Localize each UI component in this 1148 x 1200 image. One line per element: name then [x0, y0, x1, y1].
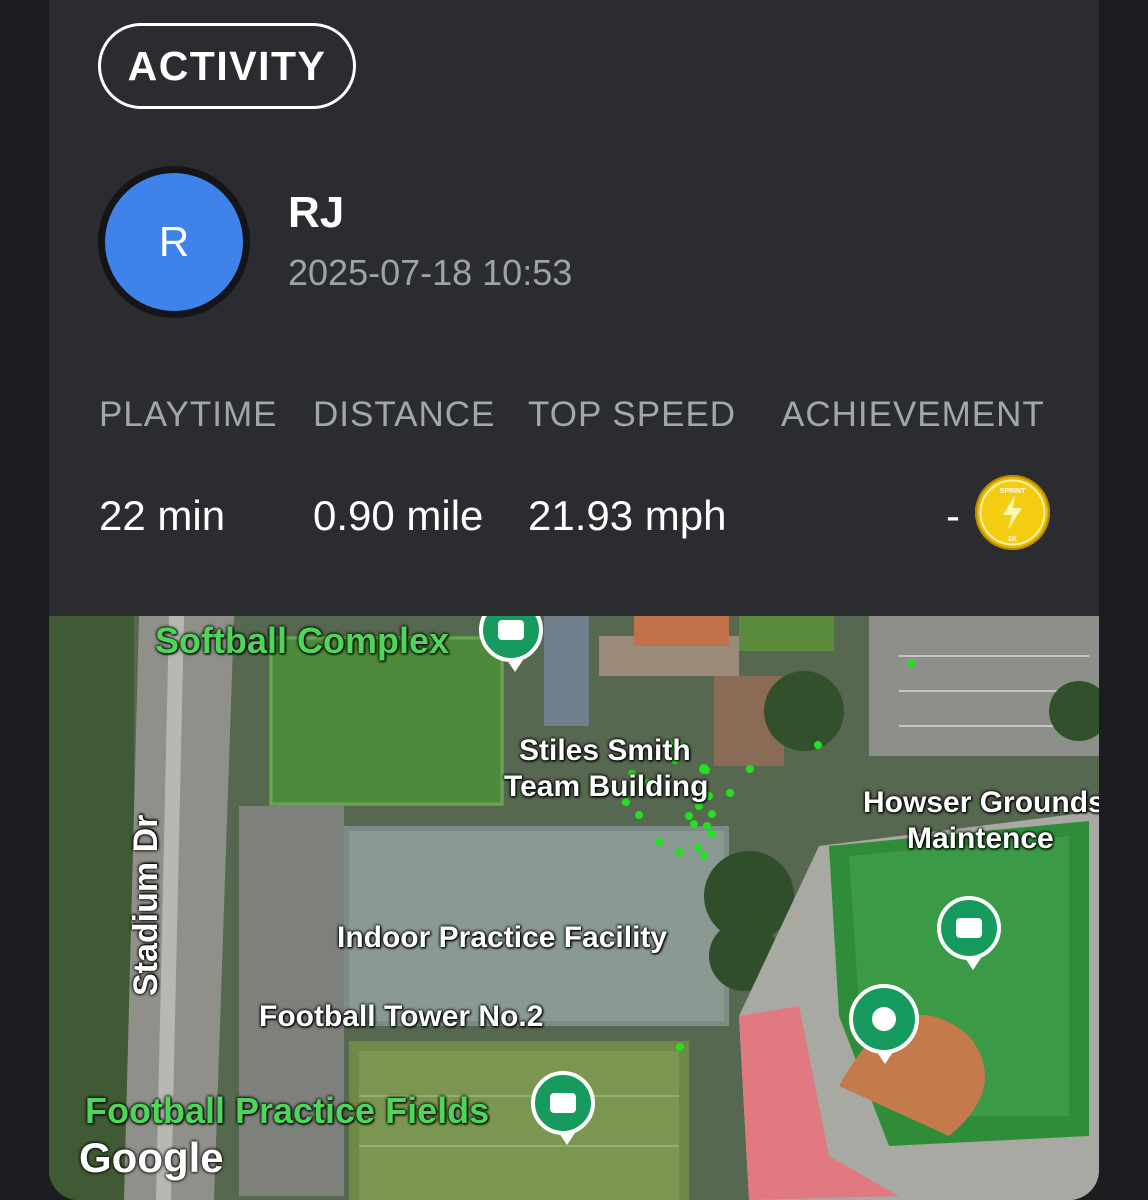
achievement-label: ACHIEVEMENT: [781, 395, 1045, 434]
map-label-howser-grounds: Howser Grounds: [863, 786, 1099, 819]
map-label-softball-complex: Softball Complex: [155, 620, 450, 661]
activity-card: ACTIVITY R RJ 2025-07-18 10:53 PLAYTIME …: [49, 0, 1099, 1200]
activity-timestamp: 2025-07-18 10:53: [288, 252, 573, 293]
activity-map[interactable]: Softball Complex Stiles Smith Team Build…: [49, 616, 1099, 1200]
sprint-1k-badge-icon[interactable]: SPRINT 1K: [975, 475, 1050, 550]
user-name: RJ: [288, 188, 345, 237]
playtime-label: PLAYTIME: [99, 395, 278, 434]
activity-tag: ACTIVITY: [98, 23, 356, 109]
map-label-stiles-smith: Stiles Smith: [519, 734, 691, 767]
distance-value: 0.90 mile: [313, 492, 484, 539]
map-label-maintence: Maintence: [907, 822, 1054, 855]
map-label-football-practice-fields: Football Practice Fields: [85, 1090, 490, 1131]
achievement-value: -: [946, 492, 960, 539]
google-attribution: Google: [79, 1134, 224, 1181]
map-pin-location[interactable]: [849, 984, 919, 1064]
map-label-team-building: Team Building: [504, 770, 709, 803]
map-label-football-tower: Football Tower No.2: [259, 1000, 544, 1033]
distance-label: DISTANCE: [313, 395, 496, 434]
map-label-indoor-practice: Indoor Practice Facility: [337, 921, 668, 954]
top-speed-label: TOP SPEED: [528, 395, 737, 434]
badge-top-text: SPRINT: [1000, 488, 1026, 495]
map-pin-practice-fields[interactable]: [531, 1071, 595, 1145]
badge-bottom-text: 1K: [1008, 536, 1017, 543]
map-pin-baseball[interactable]: [937, 896, 1001, 970]
map-label-stadium-dr: Stadium Dr: [127, 814, 165, 996]
avatar-initial: R: [105, 173, 243, 311]
playtime-value: 22 min: [99, 492, 226, 539]
top-speed-value: 21.93 mph: [528, 492, 727, 539]
activity-header: ACTIVITY R RJ 2025-07-18 10:53 PLAYTIME …: [49, 0, 1099, 616]
avatar: R: [98, 166, 250, 318]
